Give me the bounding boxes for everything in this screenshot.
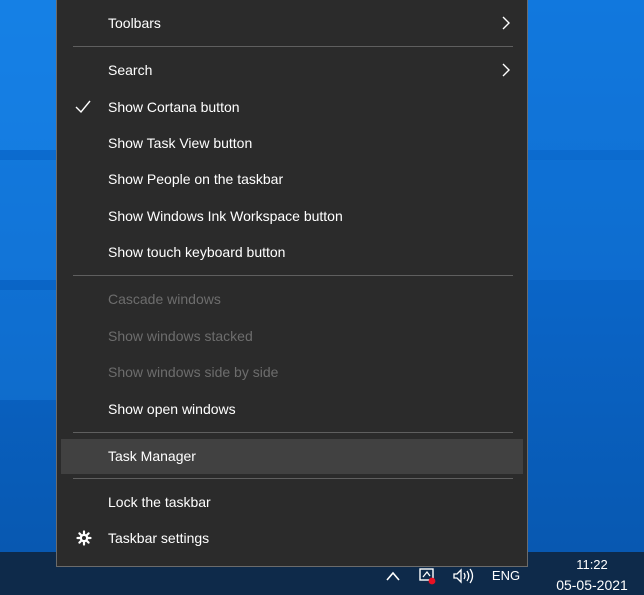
menu-item-show-touch-keyboard[interactable]: Show touch keyboard button bbox=[61, 236, 523, 268]
menu-item-label: Show People on the taskbar bbox=[108, 171, 284, 187]
menu-item-label: Lock the taskbar bbox=[108, 494, 211, 510]
menu-separator bbox=[73, 275, 513, 276]
menu-item-label: Task Manager bbox=[108, 448, 196, 464]
input-language-indicator[interactable]: ENG bbox=[486, 566, 526, 586]
wallpaper-pane bbox=[0, 290, 56, 400]
wallpaper-pane bbox=[528, 0, 644, 150]
menu-item-label: Show open windows bbox=[108, 401, 236, 417]
menu-item-label: Taskbar settings bbox=[108, 530, 210, 546]
menu-item-label: Show touch keyboard button bbox=[108, 244, 286, 260]
menu-item-show-open-windows[interactable]: Show open windows bbox=[61, 393, 523, 425]
volume-button[interactable] bbox=[452, 567, 478, 585]
menu-item-label: Show windows stacked bbox=[108, 328, 253, 344]
menu-item-lock-the-taskbar[interactable]: Lock the taskbar bbox=[61, 486, 523, 518]
menu-item-show-windows-side-by-side: Show windows side by side bbox=[61, 356, 523, 388]
menu-item-label: Cascade windows bbox=[108, 291, 221, 307]
menu-item-show-task-view-button[interactable]: Show Task View button bbox=[61, 127, 523, 159]
checkmark-icon bbox=[75, 100, 91, 114]
menu-item-show-cortana-button[interactable]: Show Cortana button bbox=[61, 91, 523, 123]
chevron-up-icon bbox=[386, 571, 400, 581]
show-hidden-icons-button[interactable] bbox=[385, 569, 401, 581]
menu-item-task-manager[interactable]: Task Manager bbox=[61, 439, 523, 474]
network-icon bbox=[419, 568, 436, 585]
menu-item-label: Show Cortana button bbox=[108, 99, 240, 115]
menu-item-label: Show Windows Ink Workspace button bbox=[108, 208, 343, 224]
menu-item-toolbars[interactable]: Toolbars bbox=[61, 7, 523, 39]
clock-date[interactable]: 05-05-2021 bbox=[540, 576, 644, 594]
wallpaper-pane bbox=[0, 0, 56, 150]
menu-item-show-people[interactable]: Show People on the taskbar bbox=[61, 163, 523, 195]
menu-item-label: Show windows side by side bbox=[108, 364, 279, 380]
menu-separator bbox=[73, 478, 513, 479]
gear-icon bbox=[76, 530, 92, 546]
menu-item-cascade-windows: Cascade windows bbox=[61, 283, 523, 315]
chevron-right-icon bbox=[502, 63, 510, 77]
desktop-background: ENG 11:22 05-05-2021 Toolbars Search Sho… bbox=[0, 0, 644, 595]
menu-item-label: Search bbox=[108, 62, 153, 78]
menu-separator bbox=[73, 432, 513, 433]
wallpaper-pane bbox=[0, 160, 56, 280]
taskbar-context-menu: Toolbars Search Show Cortana button Show… bbox=[56, 0, 528, 567]
wallpaper-pane bbox=[528, 160, 644, 280]
menu-item-taskbar-settings[interactable]: Taskbar settings bbox=[61, 522, 523, 554]
menu-item-label: Show Task View button bbox=[108, 135, 253, 151]
chevron-right-icon bbox=[502, 16, 510, 30]
menu-separator bbox=[73, 46, 513, 47]
network-button[interactable] bbox=[418, 567, 436, 585]
menu-item-show-windows-ink[interactable]: Show Windows Ink Workspace button bbox=[61, 200, 523, 232]
menu-item-show-windows-stacked: Show windows stacked bbox=[61, 320, 523, 352]
clock-time[interactable]: 11:22 bbox=[540, 556, 644, 574]
volume-icon bbox=[453, 568, 474, 584]
menu-item-search[interactable]: Search bbox=[61, 54, 523, 86]
menu-item-label: Toolbars bbox=[108, 15, 161, 31]
